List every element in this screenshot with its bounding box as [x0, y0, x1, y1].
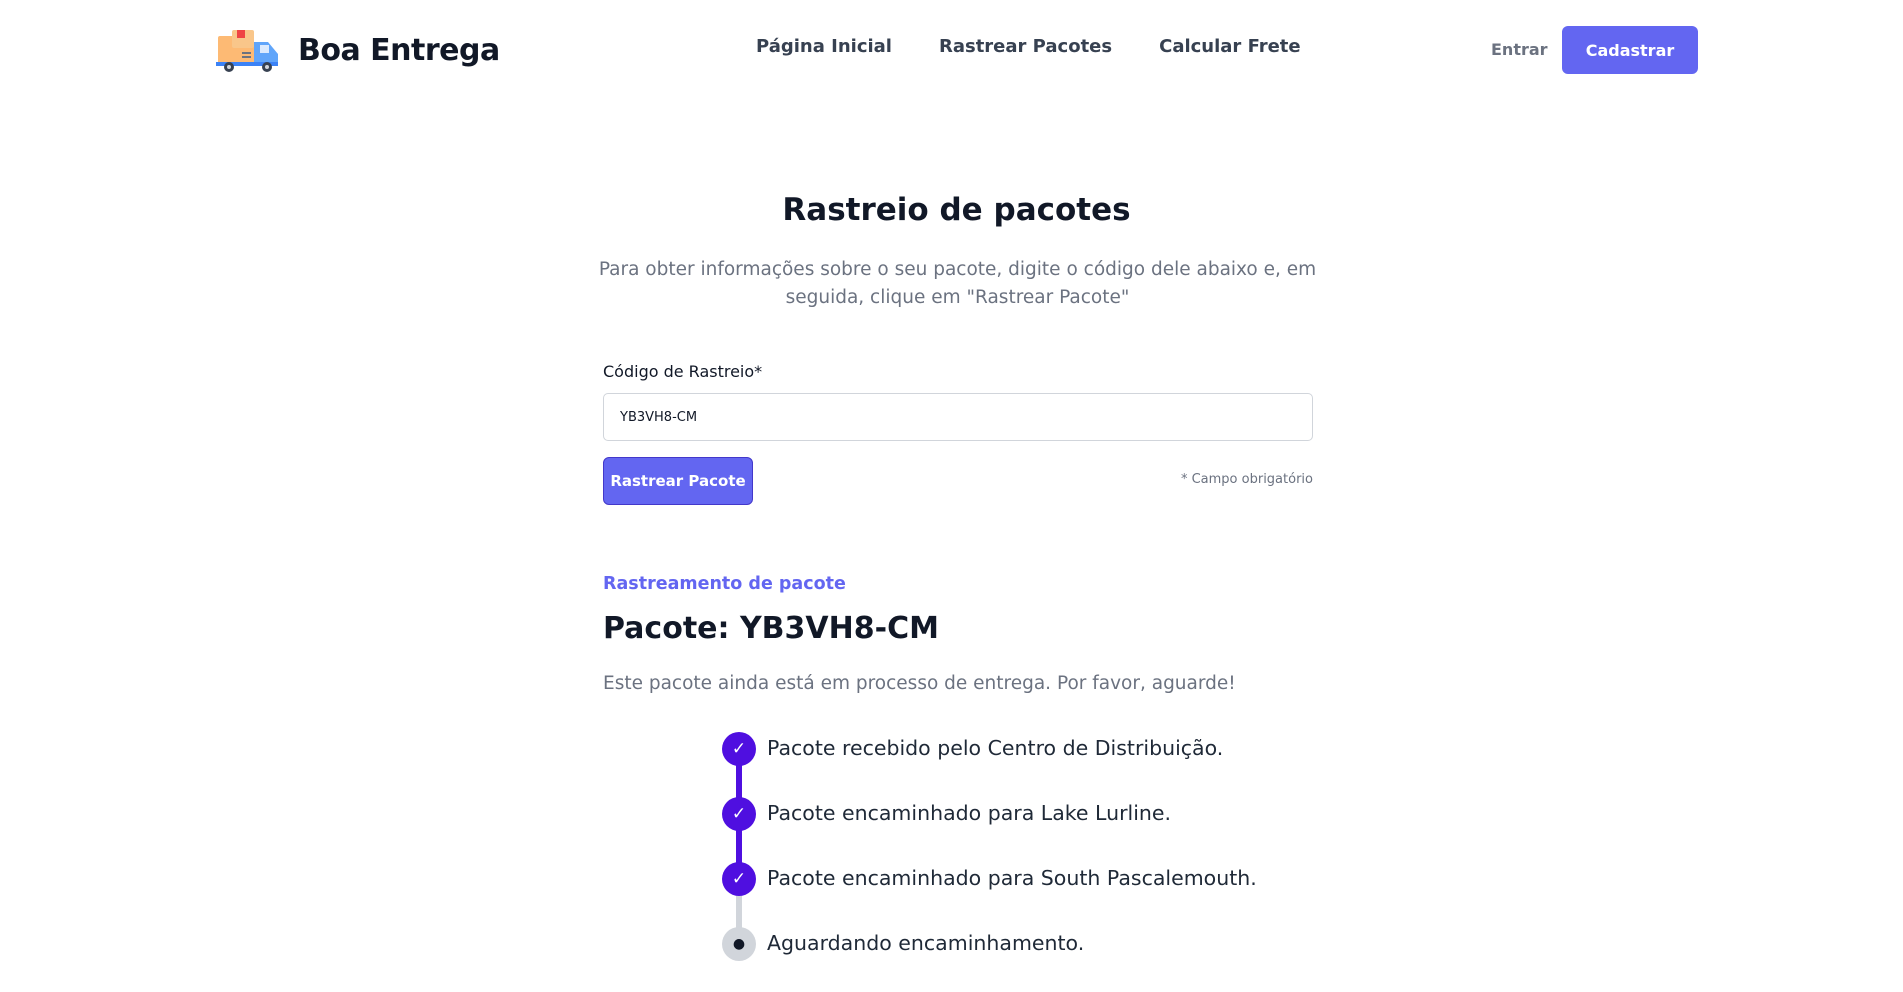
timeline-step: ● Aguardando encaminhamento.	[722, 927, 1322, 992]
delivery-truck-icon	[216, 30, 278, 72]
result-eyebrow: Rastreamento de pacote	[603, 574, 846, 594]
main-nav: Página Inicial Rastrear Pacotes Calcular…	[756, 36, 1301, 57]
signup-button[interactable]: Cadastrar	[1562, 26, 1698, 74]
check-icon: ✓	[722, 797, 756, 831]
package-title: Pacote: YB3VH8-CM	[603, 611, 939, 646]
pending-dot-icon: ●	[722, 927, 756, 961]
timeline-step-label: Pacote recebido pelo Centro de Distribui…	[767, 736, 1224, 760]
tracking-code-label: Código de Rastreio*	[603, 362, 763, 381]
page-title: Rastreio de pacotes	[782, 192, 1131, 228]
site-header: Boa Entrega Página Inicial Rastrear Paco…	[0, 0, 1903, 100]
timeline-step-label: Pacote encaminhado para Lake Lurline.	[767, 801, 1172, 825]
delivery-status-text: Este pacote ainda está em processo de en…	[603, 673, 1236, 694]
check-icon: ✓	[722, 732, 756, 766]
timeline-step: ✓ Pacote encaminhado para South Pascalem…	[722, 862, 1322, 943]
page-description: Para obter informações sobre o seu pacot…	[598, 259, 1317, 308]
timeline-step: ✓ Pacote recebido pelo Centro de Distrib…	[722, 732, 1322, 813]
nav-link-track-packages[interactable]: Rastrear Pacotes	[939, 36, 1112, 57]
timeline-step-label: Pacote encaminhado para South Pascalemou…	[767, 866, 1257, 890]
brand-name: Boa Entrega	[298, 32, 500, 68]
tracking-code-input[interactable]	[603, 393, 1313, 441]
track-package-button[interactable]: Rastrear Pacote	[603, 457, 753, 505]
tracking-timeline: ✓ Pacote recebido pelo Centro de Distrib…	[722, 732, 1322, 992]
nav-link-shipping-calculator[interactable]: Calcular Frete	[1159, 36, 1301, 57]
timeline-step-label: Aguardando encaminhamento.	[767, 931, 1085, 955]
check-icon: ✓	[722, 862, 756, 896]
brand-logo[interactable]: Boa Entrega	[216, 26, 500, 74]
login-link[interactable]: Entrar	[1491, 40, 1548, 59]
nav-link-home[interactable]: Página Inicial	[756, 36, 892, 57]
timeline-step: ✓ Pacote encaminhado para Lake Lurline.	[722, 797, 1322, 878]
required-field-note: * Campo obrigatório	[1180, 472, 1313, 487]
